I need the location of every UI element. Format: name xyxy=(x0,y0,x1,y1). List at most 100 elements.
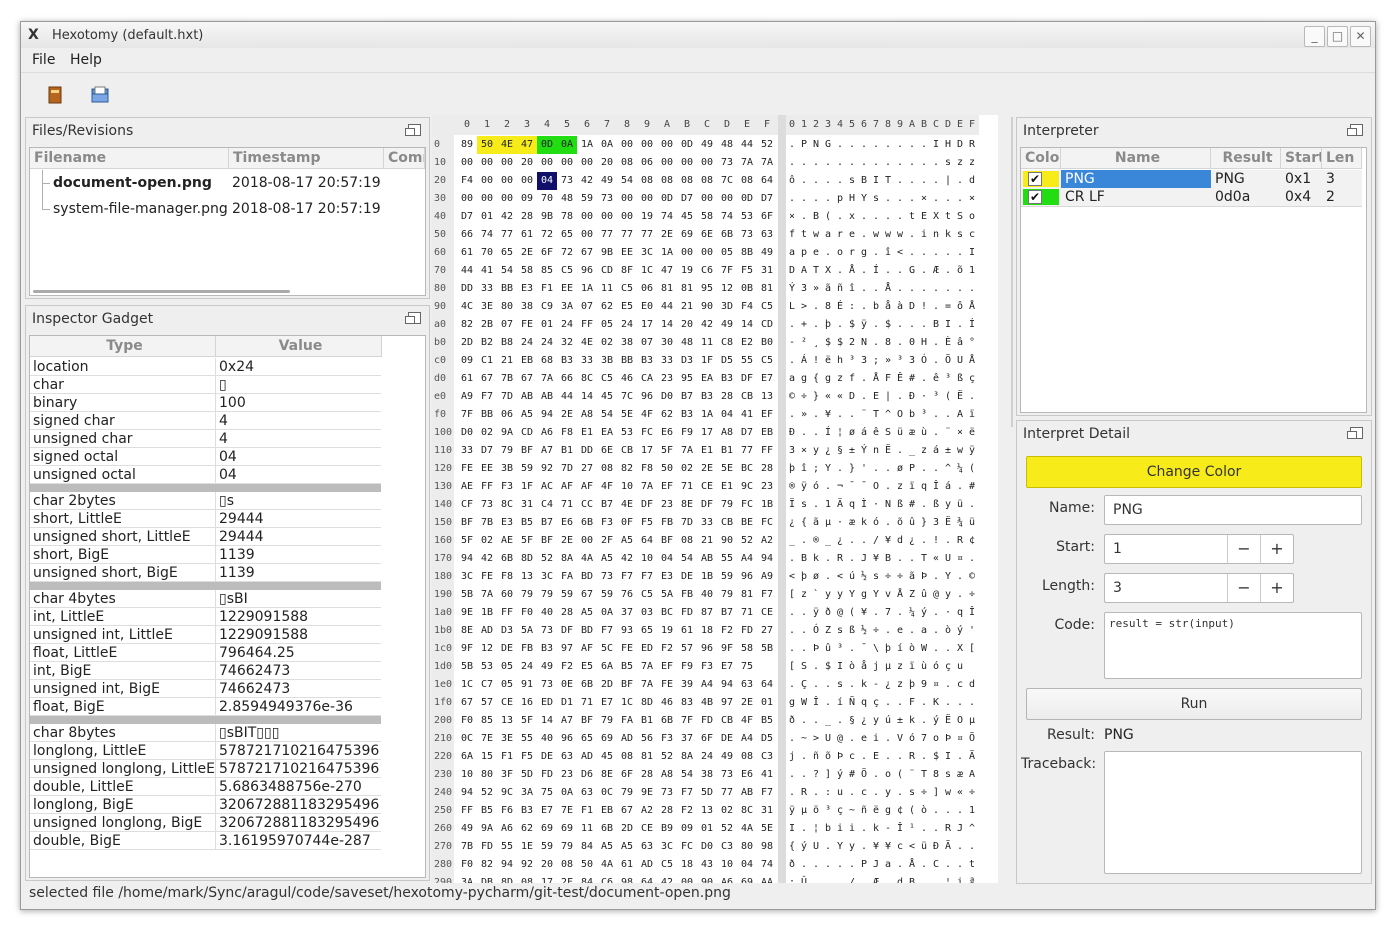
hex-byte[interactable]: 57 xyxy=(477,694,497,712)
ascii-char[interactable]: I xyxy=(966,244,978,262)
ascii-char[interactable]: á xyxy=(858,424,870,442)
ascii-char[interactable]: . xyxy=(918,856,930,874)
ascii-char[interactable]: e xyxy=(894,622,906,640)
ascii-char[interactable]: . xyxy=(930,190,942,208)
hex-byte[interactable]: 76 xyxy=(617,586,637,604)
column-len[interactable]: Len xyxy=(1322,148,1362,169)
hex-byte[interactable]: 38 xyxy=(517,298,537,316)
hex-byte[interactable]: 2E xyxy=(557,532,577,550)
ascii-char[interactable]: 9 xyxy=(918,676,930,694)
ascii-char[interactable]: } xyxy=(918,514,930,532)
hex-byte[interactable]: F4 xyxy=(457,172,477,190)
hex-byte[interactable]: B7 xyxy=(717,604,737,622)
hex-byte[interactable]: 58 xyxy=(737,640,757,658)
hex-byte[interactable]: AD xyxy=(577,748,597,766)
ascii-char[interactable]: ó xyxy=(930,658,942,676)
ascii-char[interactable]: . xyxy=(870,604,882,622)
hex-byte[interactable]: 28 xyxy=(557,604,577,622)
hex-byte[interactable]: 58 xyxy=(517,262,537,280)
hex-byte[interactable]: 10 xyxy=(457,766,477,784)
hex-byte[interactable]: AB xyxy=(517,388,537,406)
ascii-char[interactable]: < xyxy=(894,244,906,262)
run-button[interactable]: Run xyxy=(1026,688,1362,720)
ascii-char[interactable]: ¿ xyxy=(858,712,870,730)
maximize-button[interactable]: □ xyxy=(1327,26,1348,47)
ascii-char[interactable]: . xyxy=(966,280,978,298)
hex-byte[interactable]: BB xyxy=(617,352,637,370)
ascii-char[interactable]: _ xyxy=(822,712,834,730)
hex-byte[interactable]: 45 xyxy=(677,208,697,226)
hex-byte[interactable]: 1A xyxy=(657,244,677,262)
ascii-char[interactable]: ÿ xyxy=(798,478,810,496)
ascii-char[interactable]: Å xyxy=(906,856,918,874)
ascii-char[interactable]: 1 xyxy=(966,802,978,820)
hex-byte[interactable]: 74 xyxy=(477,226,497,244)
ascii-char[interactable]: . xyxy=(786,190,798,208)
hex-byte[interactable]: 00 xyxy=(557,154,577,172)
ascii-char[interactable]: . xyxy=(882,154,894,172)
ascii-char[interactable]: . xyxy=(846,550,858,568)
ascii-char[interactable]: a xyxy=(882,856,894,874)
hex-byte[interactable]: C5 xyxy=(557,262,577,280)
ascii-char[interactable]: . xyxy=(822,190,834,208)
ascii-char[interactable]: . xyxy=(870,460,882,478)
ascii-char[interactable]: R xyxy=(834,550,846,568)
hex-byte[interactable]: 7A xyxy=(677,442,697,460)
ascii-char[interactable]: $ xyxy=(882,316,894,334)
ascii-char[interactable]: Î xyxy=(966,604,978,622)
hex-byte[interactable]: 78 xyxy=(557,208,577,226)
ascii-char[interactable]: © xyxy=(966,568,978,586)
hex-byte[interactable]: 7A xyxy=(637,478,657,496)
inspector-row[interactable]: unsigned int, LittleE 1229091588 xyxy=(30,626,381,644)
ascii-char[interactable]: . xyxy=(942,406,954,424)
ascii-char[interactable]: u xyxy=(954,658,966,676)
hex-byte[interactable]: 94 xyxy=(457,784,477,802)
menu-file[interactable]: File xyxy=(32,52,55,68)
ascii-char[interactable]: Õ xyxy=(942,352,954,370)
hex-byte[interactable]: 4A xyxy=(597,856,617,874)
ascii-char[interactable]: . xyxy=(942,802,954,820)
hex-byte[interactable]: 90 xyxy=(697,874,717,883)
ascii-char[interactable]: . xyxy=(786,406,798,424)
hex-byte[interactable]: AF xyxy=(557,478,577,496)
ascii-char[interactable]: . xyxy=(894,748,906,766)
ascii-char[interactable]: . xyxy=(834,316,846,334)
hex-byte[interactable]: B1 xyxy=(557,442,577,460)
hex-byte[interactable]: F5 xyxy=(737,262,757,280)
hex-byte[interactable]: 9E xyxy=(457,604,477,622)
ascii-char[interactable]: t xyxy=(942,208,954,226)
hex-byte[interactable]: 13 xyxy=(697,802,717,820)
hex-byte[interactable]: E7 xyxy=(717,658,737,676)
hex-byte[interactable]: FD xyxy=(537,766,557,784)
hex-byte[interactable]: D7 xyxy=(757,190,777,208)
ascii-char[interactable]: Ê xyxy=(894,370,906,388)
hex-byte[interactable]: 06 xyxy=(497,406,517,424)
ascii-char[interactable]: 3 xyxy=(786,442,798,460)
hex-byte[interactable]: 4A xyxy=(577,550,597,568)
ascii-char[interactable]: ³ xyxy=(942,370,954,388)
ascii-char[interactable]: þ xyxy=(786,460,798,478)
hex-byte[interactable]: E2 xyxy=(737,334,757,352)
ascii-char[interactable]: ë xyxy=(870,802,882,820)
hex-byte[interactable]: A6 xyxy=(537,424,557,442)
ascii-char[interactable]: . xyxy=(930,154,942,172)
hex-byte[interactable]: 19 xyxy=(677,262,697,280)
hex-byte[interactable]: 41 xyxy=(477,262,497,280)
float-panel-icon[interactable] xyxy=(1347,427,1363,439)
hex-byte[interactable]: 3E xyxy=(477,298,497,316)
ascii-char[interactable]: . xyxy=(894,442,906,460)
hex-byte[interactable]: 24 xyxy=(517,658,537,676)
hex-byte[interactable]: 77 xyxy=(617,226,637,244)
ascii-char[interactable]: ¹ xyxy=(906,820,918,838)
hex-byte[interactable]: 2E xyxy=(557,406,577,424)
hex-byte[interactable]: 69 xyxy=(737,874,757,883)
ascii-char[interactable]: ¯ xyxy=(858,640,870,658)
hex-byte[interactable]: 54 xyxy=(617,172,637,190)
hex-byte[interactable]: 01 xyxy=(757,694,777,712)
hex-byte[interactable]: 28 xyxy=(717,388,737,406)
hex-byte[interactable]: 84 xyxy=(577,838,597,856)
ascii-char[interactable]: ½ xyxy=(858,622,870,640)
hex-byte[interactable]: 08 xyxy=(737,172,757,190)
hex-byte[interactable]: 52 xyxy=(737,532,757,550)
hex-byte[interactable]: 0F xyxy=(617,514,637,532)
